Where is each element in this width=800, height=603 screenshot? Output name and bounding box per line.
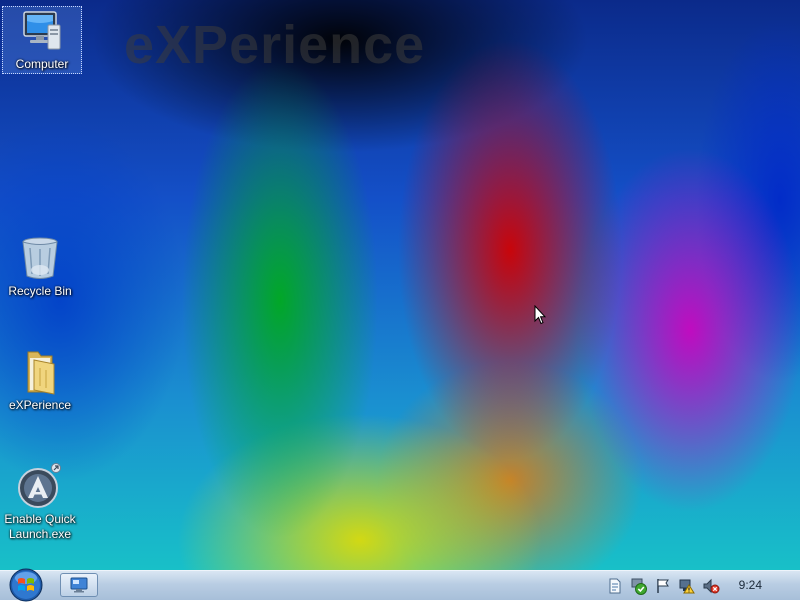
- mouse-cursor-icon: [534, 305, 546, 325]
- desktop-icon-recycle-bin[interactable]: Recycle Bin: [1, 234, 79, 299]
- desktop[interactable]: eXPerience Computer Recycle Bin eXPerien…: [0, 0, 800, 570]
- show-desktop-icon: [70, 577, 88, 593]
- document-icon[interactable]: [606, 577, 624, 595]
- quick-launch-icon: [18, 463, 61, 508]
- desktop-watermark: eXPerience: [124, 15, 426, 75]
- recycle-bin-icon: [22, 237, 58, 279]
- windows-orb-icon[interactable]: [4, 567, 48, 603]
- folder-icon: [27, 351, 55, 395]
- volume-muted-icon[interactable]: [702, 577, 720, 595]
- system-tray: 9:24: [590, 571, 800, 600]
- desktop-icon-label: eXPerience: [8, 398, 72, 412]
- network-warning-icon[interactable]: [678, 577, 696, 595]
- desktop-icon-label: Recycle Bin: [8, 284, 72, 298]
- security-check-icon[interactable]: [630, 577, 648, 595]
- desktop-icon-label: Computer: [15, 57, 69, 71]
- taskbar: 9:24: [0, 567, 800, 603]
- desktop-icon-label: Enable Quick Launch.exe: [4, 512, 76, 541]
- taskbar-clock[interactable]: 9:24: [739, 578, 762, 592]
- action-center-flag-icon[interactable]: [654, 577, 672, 595]
- taskbar-button-show-desktop[interactable]: [60, 573, 98, 597]
- computer-icon: [23, 11, 61, 50]
- desktop-icon-experience-folder[interactable]: eXPerience: [1, 348, 79, 413]
- desktop-icon-computer[interactable]: Computer: [2, 6, 82, 74]
- desktop-icon-enable-quick-launch[interactable]: Enable Quick Launch.exe: [1, 462, 79, 542]
